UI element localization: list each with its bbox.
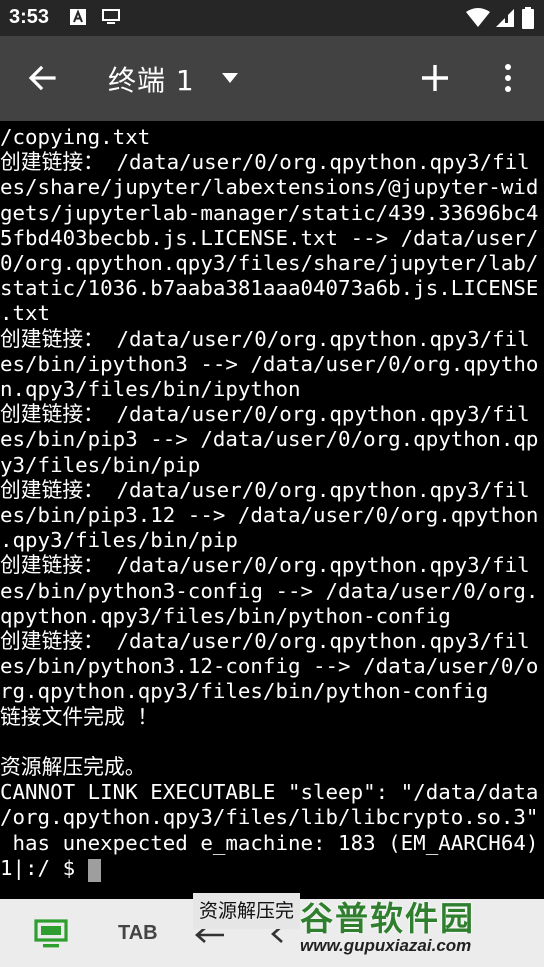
- terminal-line: 创建链接： /data/user/0/org.qpython.qpy3/fil: [0, 477, 530, 502]
- watermark-url: www.gupuxiazai.com: [300, 936, 472, 955]
- tab-key-button[interactable]: TAB: [118, 922, 158, 945]
- terminal-line: qpython.qpy3/files/bin/python-config: [0, 603, 451, 628]
- terminal-line: es/bin/pip3 --> /data/user/0/org.qpython…: [0, 427, 539, 452]
- terminal-line: 创建链接： /data/user/0/org.qpython.qpy3/fil: [0, 402, 530, 427]
- terminal-prompt-line: 1|:/ $: [0, 855, 88, 880]
- terminal-line: es/bin/pip3.12 --> /data/user/0/org.qpyt…: [0, 503, 539, 527]
- more-options-icon[interactable]: [496, 62, 520, 94]
- terminal-line: /copying.txt: [0, 125, 151, 149]
- terminal-line: has unexpected e_machine: 183 (EM_AARCH6…: [0, 830, 539, 855]
- text-a-notification-icon: [70, 9, 86, 25]
- terminal-line: n.qpy3/files/bin/ipython: [0, 377, 301, 401]
- terminal-line: 资源解压完成。: [0, 755, 146, 779]
- terminal-line: 创建链接： /data/user/0/org.qpython.qpy3/fil: [0, 629, 530, 653]
- terminal-line: 0/org.qpython.qpy3/files/share/jupyter/l…: [0, 251, 539, 275]
- signal-icon: [496, 9, 514, 27]
- toast-message: 资源解压完: [193, 893, 301, 929]
- terminal-cursor: [88, 859, 101, 882]
- terminal-line: rg.qpython.qpy3/files/bin/python-config: [0, 679, 489, 704]
- terminal-line: /org.qpython.qpy3/files/lib/libcrypto.so…: [0, 805, 539, 830]
- site-watermark: 谷普软件园 www.gupuxiazai.com: [296, 890, 544, 967]
- back-arrow-icon[interactable]: [26, 62, 58, 94]
- terminal-line: .qpy3/files/bin/pip: [0, 528, 238, 553]
- terminal-line: 5fbd403becbb.js.LICENSE.txt --> /data/us…: [0, 225, 539, 250]
- dropdown-caret-icon[interactable]: [220, 72, 240, 84]
- terminal-line: es/bin/ipython3 --> /data/user/0/org.qpy…: [0, 351, 539, 376]
- status-bar: 3:53: [0, 0, 544, 36]
- terminal-line: y3/files/bin/pip: [0, 452, 201, 477]
- status-time: 3:53: [9, 6, 50, 28]
- terminal-line: .txt: [0, 301, 51, 326]
- wifi-icon: [466, 8, 490, 27]
- terminal-line: 创建链接： /data/user/0/org.qpython.qpy3/fil: [0, 150, 530, 175]
- terminal-line: 创建链接： /data/user/0/org.qpython.qpy3/fil: [0, 553, 530, 578]
- terminal-line: 链接文件完成 ！: [0, 704, 159, 729]
- screen-notification-icon: [102, 9, 120, 24]
- terminal-line: 创建链接： /data/user/0/org.qpython.qpy3/fil: [0, 326, 530, 351]
- terminal-output[interactable]: /copying.txt 创建链接： /data/user/0/org.qpyt…: [0, 125, 544, 899]
- terminal-line: es/bin/python3-config --> /data/user/0/o…: [0, 578, 539, 603]
- terminal-line: CANNOT LINK EXECUTABLE "sleep": "/data/d…: [0, 780, 539, 805]
- app-bar: 终端 1: [0, 36, 544, 121]
- terminal-line: es/share/jupyter/labextensions/@jupyter-…: [0, 175, 539, 200]
- terminal-line: es/bin/python3.12-config --> /data/user/…: [0, 654, 539, 679]
- session-title[interactable]: 终端 1: [108, 59, 195, 99]
- watermark-brand: 谷普软件园: [300, 899, 475, 938]
- battery-icon: [522, 7, 534, 29]
- add-session-icon[interactable]: [420, 63, 450, 93]
- terminal-line: static/1036.b7aaba381aaa04073a6b.js.LICE…: [0, 276, 539, 301]
- terminal-line: gets/jupyterlab-manager/static/439.33696…: [0, 200, 539, 225]
- keyboard-toggle-icon[interactable]: [34, 919, 68, 949]
